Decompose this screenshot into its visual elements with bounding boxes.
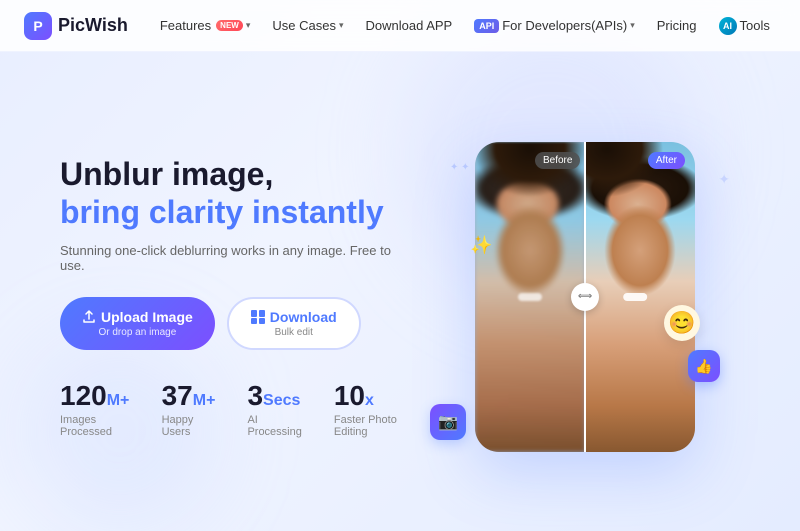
upload-button[interactable]: Upload Image Or drop an image: [60, 297, 215, 350]
logo[interactable]: P PicWish: [24, 12, 128, 40]
nav-item-download[interactable]: Download APP: [355, 12, 462, 39]
logo-text: PicWish: [58, 15, 128, 36]
nav-item-tools[interactable]: AI Tools: [709, 11, 780, 41]
hero-left: Unblur image, bring clarity instantly St…: [60, 155, 410, 439]
nav-items: Features NEW ▾ Use Cases ▾ Download APP …: [150, 11, 780, 41]
stat-faster-number: 10x: [334, 382, 410, 410]
stat-images: 120M+ Images Processed: [60, 382, 130, 438]
headline-black: Unblur image,: [60, 155, 410, 193]
stat-speed-label: AI Processing: [247, 414, 301, 438]
main-content: Unblur image, bring clarity instantly St…: [0, 52, 800, 531]
stat-speed: 3Secs AI Processing: [247, 382, 301, 438]
ai-badge: AI: [719, 17, 737, 35]
stat-users-number: 37M+: [162, 382, 216, 410]
nav-item-features[interactable]: Features NEW ▾: [150, 12, 261, 39]
sparkle-left-icon: ✦ ✦: [450, 162, 470, 173]
stat-images-number: 120M+: [60, 382, 130, 410]
after-label: After: [648, 152, 685, 169]
features-chevron-icon: ▾: [246, 20, 251, 31]
api-badge: API: [474, 19, 499, 33]
windows-icon: [251, 310, 265, 324]
nav-item-use-cases[interactable]: Use Cases ▾: [262, 12, 353, 39]
stats-row: 120M+ Images Processed 37M+ Happy Users …: [60, 382, 410, 438]
logo-icon: P: [24, 12, 52, 40]
like-icon: 👍: [688, 350, 720, 382]
navbar: P PicWish Features NEW ▾ Use Cases ▾ Dow…: [0, 0, 800, 52]
divider-handle[interactable]: ⟺: [571, 283, 599, 311]
stat-users: 37M+ Happy Users: [162, 382, 216, 438]
upload-button-sub: Or drop an image: [98, 327, 176, 338]
smile-emoji: 😊: [664, 305, 700, 341]
hero-right: ✦ ✦ ✨ 📷 ⟺ Before: [410, 72, 760, 521]
download-button-sub: Bulk edit: [275, 327, 313, 338]
cta-buttons: Upload Image Or drop an image Download B…: [60, 297, 410, 350]
stat-speed-number: 3Secs: [247, 382, 301, 410]
stat-users-label: Happy Users: [162, 414, 216, 438]
use-cases-chevron-icon: ▾: [339, 20, 344, 31]
before-image: [475, 142, 585, 452]
headline-blue: bring clarity instantly: [60, 193, 410, 231]
before-label: Before: [535, 152, 580, 169]
nav-item-api[interactable]: API For Developers(APIs) ▾: [464, 12, 645, 39]
api-chevron-icon: ▾: [630, 20, 635, 31]
stars-icon: ✦: [718, 171, 730, 188]
after-image: [585, 142, 695, 452]
stat-faster: 10x Faster Photo Editing: [334, 382, 410, 438]
new-badge: NEW: [216, 20, 243, 31]
stat-images-label: Images Processed: [60, 414, 130, 438]
stat-faster-label: Faster Photo Editing: [334, 414, 410, 438]
demo-image-card: ⟺ Before After: [475, 142, 695, 452]
camera-icon: 📷: [430, 404, 466, 440]
upload-icon: [82, 310, 96, 324]
magic-icon: ✨: [470, 234, 492, 257]
hero-subtitle: Stunning one-click deblurring works in a…: [60, 243, 410, 273]
nav-item-pricing[interactable]: Pricing: [647, 12, 707, 39]
download-button[interactable]: Download Bulk edit: [227, 297, 361, 350]
